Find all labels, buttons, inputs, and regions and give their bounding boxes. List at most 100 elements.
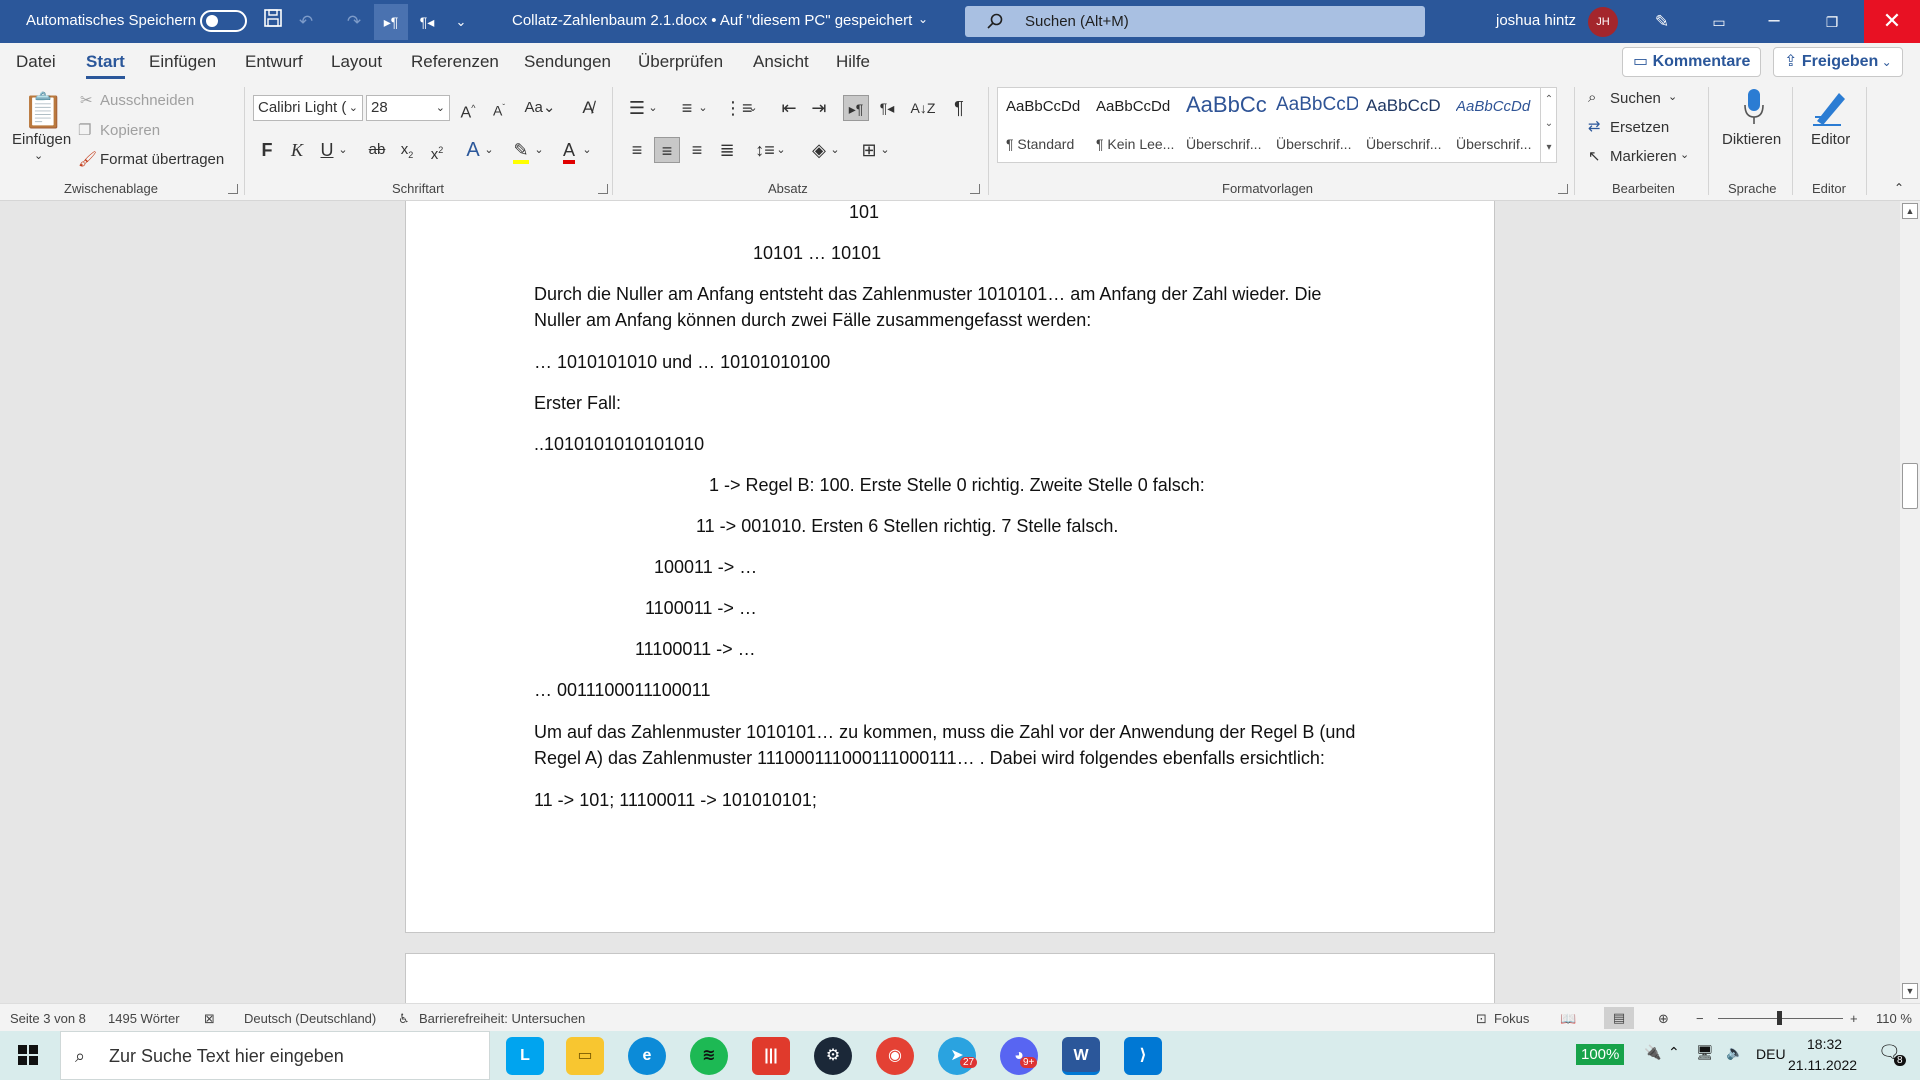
font-name-box[interactable]: Calibri Light (⌄ bbox=[253, 95, 363, 121]
chevron-up-icon[interactable]: ⌃ bbox=[1668, 1044, 1680, 1061]
zoom-out-icon[interactable]: − bbox=[1696, 1011, 1704, 1026]
windows-start-icon[interactable] bbox=[18, 1045, 38, 1070]
telegram-icon[interactable]: ➤ bbox=[938, 1037, 976, 1075]
paste-icon[interactable]: 📋 bbox=[22, 89, 64, 133]
steam-icon[interactable]: ⚙ bbox=[814, 1037, 852, 1075]
change-case-icon[interactable]: Aa⌄ bbox=[522, 95, 558, 121]
scroll-thumb[interactable] bbox=[1902, 463, 1918, 509]
microphone-icon[interactable] bbox=[1736, 87, 1772, 129]
spotify-icon[interactable]: ≋ bbox=[690, 1037, 728, 1075]
align-center-icon[interactable]: ≡ bbox=[654, 137, 680, 163]
scroll-up-icon[interactable]: ▲ bbox=[1902, 203, 1918, 219]
search-box[interactable]: Suchen (Alt+M) bbox=[965, 6, 1425, 37]
chevron-down-icon[interactable]: ⌄ bbox=[1668, 90, 1677, 103]
scroll-down-icon[interactable]: ▼ bbox=[1902, 983, 1918, 999]
autosave-toggle[interactable] bbox=[200, 10, 247, 32]
network-icon[interactable]: 🖥 bbox=[1696, 1044, 1714, 1061]
align-right-icon[interactable]: ≡ bbox=[684, 137, 710, 163]
chevron-down-icon[interactable]: ⌄ bbox=[580, 137, 594, 163]
volume-icon[interactable]: 🔈 bbox=[1726, 1044, 1743, 1061]
cut-button[interactable]: Ausschneiden bbox=[100, 92, 194, 109]
style-heading-4[interactable]: AaBbCcDd Überschrif... bbox=[1448, 88, 1538, 162]
document-page[interactable] bbox=[405, 953, 1495, 1003]
tab-layout[interactable]: Layout bbox=[331, 52, 382, 72]
save-icon[interactable] bbox=[259, 8, 287, 36]
styles-launcher-icon[interactable] bbox=[1558, 184, 1568, 194]
clock-time[interactable]: 18:32 bbox=[1807, 1036, 1842, 1052]
chevron-down-icon[interactable]: ⌄ bbox=[696, 95, 710, 121]
app-l-icon[interactable]: L bbox=[506, 1037, 544, 1075]
style-heading-1[interactable]: AaBbCc Überschrif... bbox=[1178, 88, 1268, 162]
word-count[interactable]: 1495 Wörter bbox=[108, 1011, 180, 1026]
ribbon-display-icon[interactable]: ▭ bbox=[1705, 8, 1733, 36]
find-button[interactable]: Suchen bbox=[1610, 90, 1661, 107]
chevron-up-icon[interactable]: ⌃ bbox=[1541, 88, 1557, 112]
clear-formatting-icon[interactable]: A̸ bbox=[575, 95, 601, 121]
justify-icon[interactable]: ≣ bbox=[714, 137, 740, 163]
clock-date[interactable]: 21.11.2022 bbox=[1788, 1057, 1857, 1073]
subscript-icon[interactable]: x2 bbox=[394, 137, 420, 163]
chevron-down-icon[interactable]: ⌄ bbox=[918, 12, 928, 26]
increase-indent-icon[interactable]: ⇥ bbox=[806, 95, 832, 121]
app-red-icon[interactable]: ||| bbox=[752, 1037, 790, 1075]
bold-icon[interactable]: F bbox=[254, 137, 280, 163]
collapse-ribbon-icon[interactable]: ⌃ bbox=[1894, 181, 1904, 195]
shrink-font-icon[interactable]: Aˇ bbox=[486, 95, 512, 121]
editor-button[interactable]: Editor bbox=[1811, 131, 1850, 148]
taskbar-search[interactable]: ⌕ Zur Suche Text hier eingeben bbox=[60, 1031, 490, 1080]
tab-insert[interactable]: Einfügen bbox=[149, 52, 216, 72]
read-mode-icon[interactable]: 📖 bbox=[1560, 1011, 1576, 1027]
chevron-down-icon[interactable]: ⌄ bbox=[482, 137, 496, 163]
rtl-paragraph-icon[interactable]: ¶◂ bbox=[874, 95, 900, 121]
copy-button[interactable]: Kopieren bbox=[100, 122, 160, 139]
ltr-text-direction-icon[interactable]: ▸¶ bbox=[374, 4, 408, 40]
web-layout-icon[interactable]: ⊕ bbox=[1658, 1011, 1669, 1027]
vertical-scrollbar[interactable]: ▲ ▼ bbox=[1900, 201, 1920, 1003]
sort-icon[interactable]: A↓Z bbox=[910, 95, 936, 121]
ltr-paragraph-icon[interactable]: ▸¶ bbox=[843, 95, 869, 121]
print-layout-icon[interactable]: ▤ bbox=[1604, 1007, 1634, 1029]
word-icon[interactable]: W bbox=[1062, 1037, 1100, 1075]
undo-icon[interactable]: ↶ bbox=[292, 8, 320, 36]
redo-icon[interactable]: ↷ bbox=[340, 8, 368, 36]
power-icon[interactable]: 🔌 bbox=[1644, 1044, 1661, 1061]
paste-button[interactable]: Einfügen bbox=[12, 131, 71, 148]
tab-file[interactable]: Datei bbox=[16, 52, 56, 72]
avatar[interactable]: JH bbox=[1588, 7, 1618, 37]
style-heading-3[interactable]: AaBbCcD Überschrif... bbox=[1358, 88, 1448, 162]
grow-font-icon[interactable]: A^ bbox=[455, 95, 481, 121]
font-launcher-icon[interactable] bbox=[598, 184, 608, 194]
focus-button[interactable]: Fokus bbox=[1494, 1011, 1529, 1026]
page-indicator[interactable]: Seite 3 von 8 bbox=[10, 1011, 86, 1026]
chevron-down-icon[interactable]: ⌄ bbox=[1680, 148, 1689, 161]
tab-references[interactable]: Referenzen bbox=[411, 52, 499, 72]
close-icon[interactable]: ✕ bbox=[1864, 0, 1920, 43]
language-indicator[interactable]: Deutsch (Deutschland) bbox=[244, 1011, 376, 1026]
zoom-in-icon[interactable]: + bbox=[1850, 1011, 1858, 1026]
customize-quick-access-icon[interactable]: ⌄ bbox=[447, 8, 475, 36]
paragraph-launcher-icon[interactable] bbox=[970, 184, 980, 194]
font-color-icon[interactable]: A bbox=[556, 137, 582, 164]
tab-help[interactable]: Hilfe bbox=[836, 52, 870, 72]
edge-icon[interactable]: e bbox=[628, 1037, 666, 1075]
tab-view[interactable]: Ansicht bbox=[753, 52, 809, 72]
chrome-icon[interactable]: ◉ bbox=[876, 1037, 914, 1075]
chevron-down-icon[interactable]: ⌄ bbox=[774, 137, 788, 163]
comments-button[interactable]: ▭ Kommentare bbox=[1622, 47, 1762, 77]
style-standard[interactable]: AaBbCcDd ¶ Standard bbox=[998, 88, 1088, 162]
chevron-down-icon[interactable]: ⌄ bbox=[878, 137, 892, 163]
proofing-icon[interactable]: ⊠ bbox=[204, 1011, 215, 1027]
share-button[interactable]: ⇪ Freigeben ⌄ bbox=[1773, 47, 1903, 77]
battery-indicator[interactable]: 100% bbox=[1576, 1044, 1625, 1065]
chevron-down-icon[interactable]: ⌄ bbox=[336, 137, 350, 163]
document-page[interactable]: 101 10101 … 10101 Durch die Nuller am An… bbox=[405, 201, 1495, 933]
chevron-down-icon[interactable]: ⌄ bbox=[532, 137, 546, 163]
chevron-down-icon[interactable]: ⌄ bbox=[34, 149, 43, 162]
style-heading-2[interactable]: AaBbCcD Überschrif... bbox=[1268, 88, 1358, 162]
input-language[interactable]: DEU bbox=[1756, 1046, 1786, 1062]
minimize-icon[interactable]: – bbox=[1760, 8, 1788, 36]
decrease-indent-icon[interactable]: ⇤ bbox=[776, 95, 802, 121]
editor-icon[interactable] bbox=[1810, 87, 1850, 129]
rtl-text-direction-icon[interactable]: ¶◂ bbox=[413, 8, 441, 36]
restore-icon[interactable]: ❐ bbox=[1818, 8, 1846, 36]
